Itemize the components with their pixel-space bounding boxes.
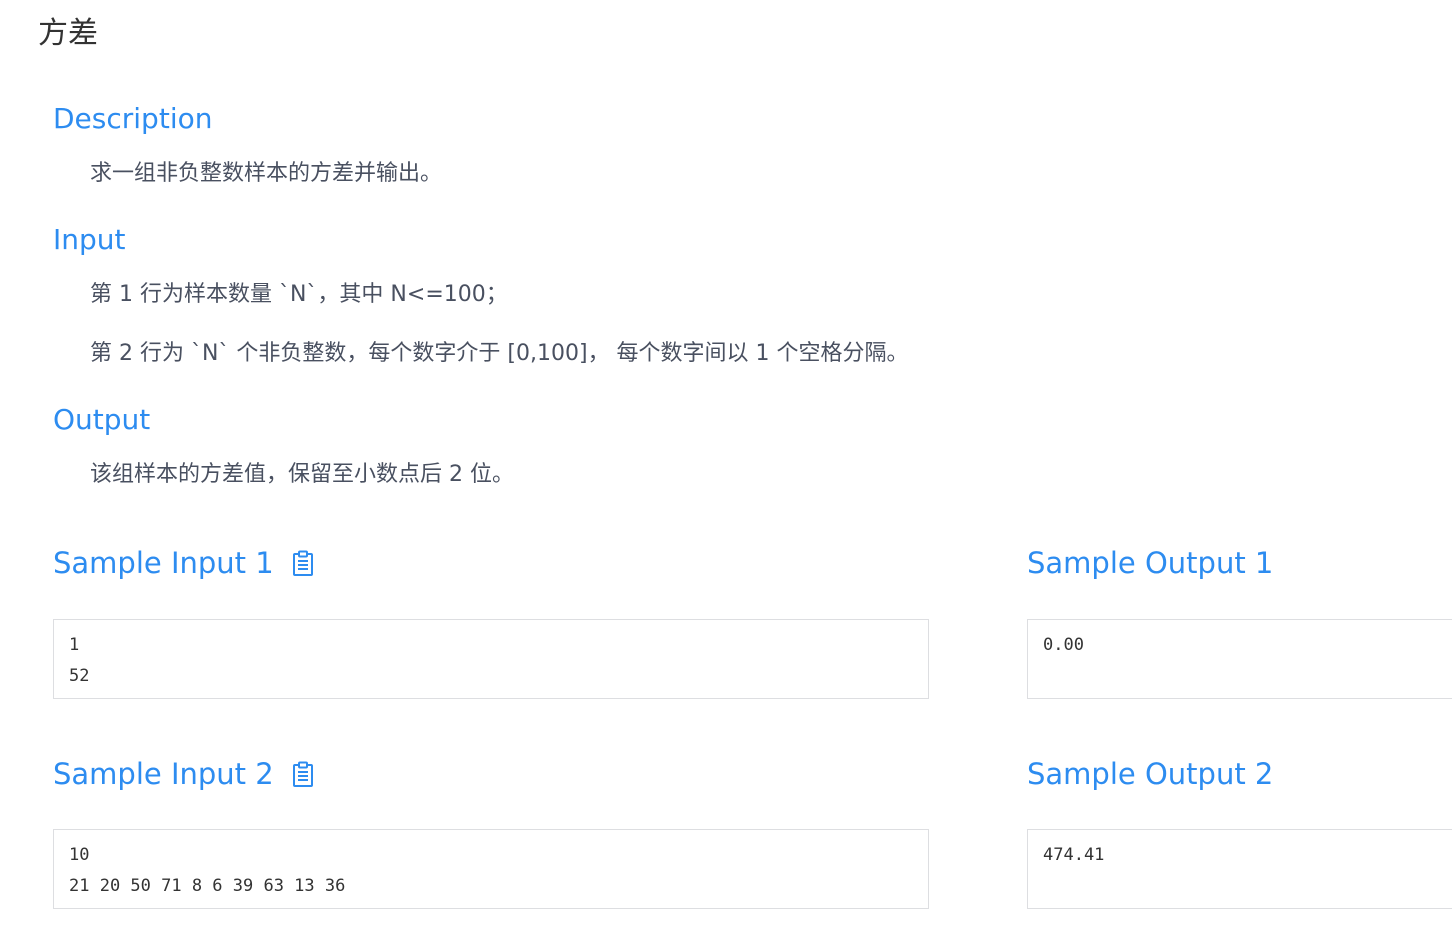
sample-output-1-title: Sample Output 1	[1027, 546, 1273, 580]
sample-input-1-label: Sample Input 1	[53, 546, 274, 580]
sample-input-1-line: 52	[69, 666, 90, 686]
output-text: 该组样本的方差值，保留至小数点后 2 位。	[90, 462, 514, 487]
sample-output-1-box[interactable]: 0.00	[1027, 619, 1452, 699]
sample-output-2-title: Sample Output 2	[1027, 757, 1273, 791]
sample-output-1-label: Sample Output 1	[1027, 546, 1274, 580]
input-heading: Input	[53, 223, 126, 256]
description-text: 求一组非负整数样本的方差并输出。	[90, 161, 443, 186]
sample-output-2-line: 474.41	[1043, 845, 1105, 865]
sample-input-2-line: 21 20 50 71 8 6 39 63 13 36	[69, 876, 346, 896]
input-line-1: 第 1 行为样本数量 `N`，其中 N<=100；	[90, 282, 508, 307]
sample-input-1-box[interactable]: 1 52	[53, 619, 929, 699]
clipboard-icon[interactable]	[292, 550, 314, 577]
input-line-2: 第 2 行为 `N` 个非负整数，每个数字介于 [0,100]， 每个数字间以 …	[90, 341, 909, 366]
sample-output-2-label: Sample Output 2	[1027, 757, 1274, 791]
sample-input-1-title: Sample Input 1	[53, 546, 314, 580]
clipboard-icon[interactable]	[292, 761, 314, 788]
output-heading: Output	[53, 403, 151, 436]
description-heading: Description	[53, 102, 213, 135]
sample-output-2-box[interactable]: 474.41	[1027, 829, 1452, 909]
sample-input-2-label: Sample Input 2	[53, 757, 274, 791]
sample-output-1-line: 0.00	[1043, 635, 1084, 655]
sample-input-2-title: Sample Input 2	[53, 757, 314, 791]
sample-input-1-line: 1	[69, 635, 80, 655]
sample-input-2-box[interactable]: 10 21 20 50 71 8 6 39 63 13 36	[53, 829, 929, 909]
sample-input-2-line: 10	[69, 845, 90, 865]
problem-title: 方差	[38, 16, 98, 51]
